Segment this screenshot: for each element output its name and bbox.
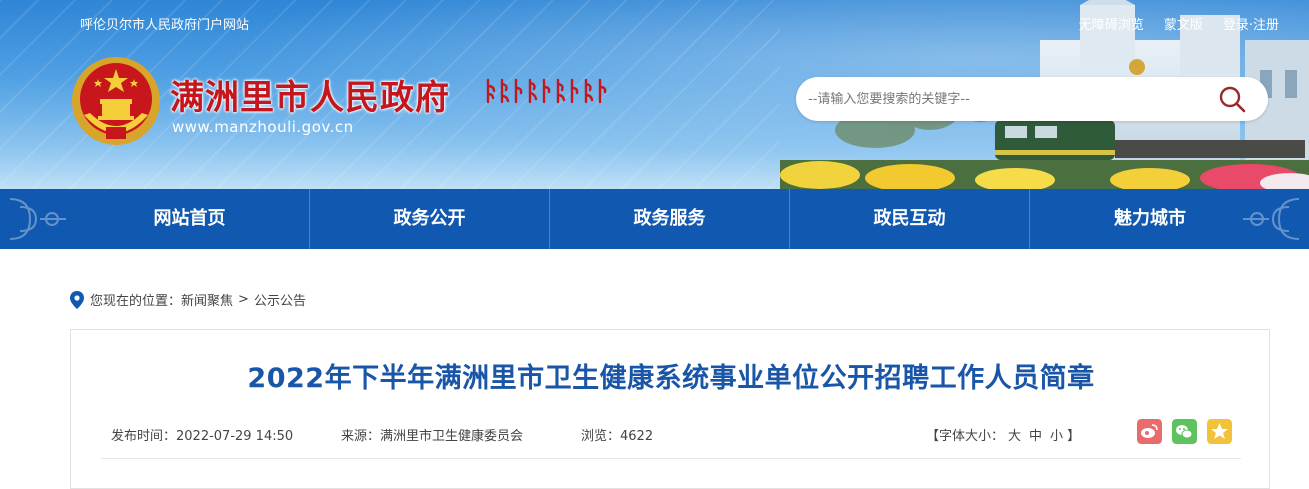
favorite-icon[interactable] — [1207, 419, 1232, 444]
nav-ornament-left-icon — [9, 198, 66, 240]
portal-link[interactable]: 呼伦贝尔市人民政府门户网站 — [80, 14, 249, 33]
site-url: www.manzhouli.gov.cn — [172, 118, 354, 136]
breadcrumb-prefix: 您现在的位置： — [90, 294, 182, 309]
view-count: 浏览：4622 — [581, 429, 654, 444]
meta-divider — [101, 458, 1241, 459]
nav-government-services[interactable]: 政务服务 — [550, 189, 790, 249]
breadcrumb: 您现在的位置： 新闻聚焦 > 公示公告 — [70, 290, 306, 309]
nav-charming-city[interactable]: 魅力城市 — [1030, 189, 1270, 249]
article-panel: 2022年下半年满洲里市卫生健康系统事业单位公开招聘工作人员简章 发布时间：20… — [70, 329, 1270, 489]
site-name: 满洲里市人民政府 — [170, 78, 450, 118]
register-link[interactable]: 注册 — [1253, 18, 1279, 33]
nav-public-interaction[interactable]: 政民互动 — [790, 189, 1030, 249]
breadcrumb-separator: > — [238, 292, 249, 307]
font-size-large[interactable]: 大 — [1008, 429, 1021, 444]
breadcrumb-announcements[interactable]: 公示公告 — [254, 290, 306, 309]
wechat-icon[interactable] — [1172, 419, 1197, 444]
article-source: 来源：满洲里市卫生健康委员会 — [341, 429, 524, 444]
font-size-control: 【字体大小：大中小】 — [926, 425, 1080, 444]
publish-time: 发布时间：2022-07-29 14:50 — [111, 429, 294, 444]
main-nav: 网站首页 政务公开 政务服务 政民互动 魅力城市 — [0, 189, 1309, 249]
nav-home[interactable]: 网站首页 — [70, 189, 310, 249]
search-icon[interactable] — [1218, 85, 1246, 113]
font-size-medium[interactable]: 中 — [1029, 429, 1042, 444]
weibo-icon[interactable] — [1137, 419, 1162, 444]
font-size-end: 】 — [1067, 429, 1081, 444]
breadcrumb-news-focus[interactable]: 新闻聚焦 — [181, 290, 233, 309]
national-emblem-icon — [72, 57, 160, 145]
mongolian-version-link[interactable]: 蒙文版 — [1164, 14, 1203, 33]
location-pin-icon — [70, 290, 84, 309]
top-links: 无障碍浏览 蒙文版 登录·注册 — [1079, 14, 1279, 33]
search-box — [796, 77, 1268, 121]
nav-items: 网站首页 政务公开 政务服务 政民互动 魅力城市 — [70, 189, 1270, 249]
search-input[interactable] — [808, 87, 1208, 111]
header-banner: 呼伦贝尔市人民政府门户网站 无障碍浏览 蒙文版 登录·注册 满洲里市人民政府 w… — [0, 0, 1309, 189]
article-title: 2022年下半年满洲里市卫生健康系统事业单位公开招聘工作人员简章 — [247, 363, 1095, 394]
nav-government-affairs-disclosure[interactable]: 政务公开 — [310, 189, 550, 249]
login-register-links: 登录·注册 — [1222, 18, 1279, 33]
accessibility-link[interactable]: 无障碍浏览 — [1079, 14, 1144, 33]
font-size-small[interactable]: 小 — [1050, 429, 1063, 444]
mongolian-script-logo — [486, 78, 607, 104]
font-size-label: 【字体大小： — [926, 429, 1005, 444]
login-link[interactable]: 登录 — [1223, 18, 1249, 33]
